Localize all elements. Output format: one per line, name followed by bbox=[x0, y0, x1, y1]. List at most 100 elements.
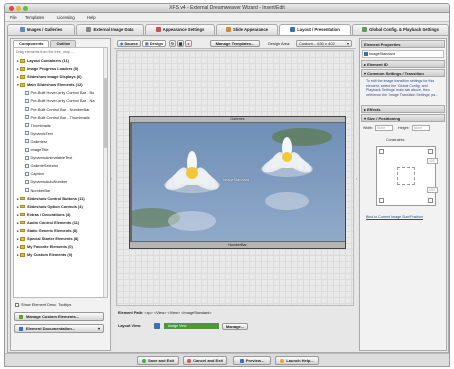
source-button[interactable]: ◆ Source bbox=[117, 40, 141, 47]
tree-hint: Drag elements from the tree, drop ... bbox=[16, 50, 74, 54]
constraint-right-input-2[interactable]: 100 bbox=[427, 187, 438, 193]
tree-category[interactable]: ▸ Image Progress Loaders (5) bbox=[16, 65, 107, 73]
menu-bar: File Templates Licensing Help bbox=[5, 13, 449, 22]
element-icon bbox=[25, 131, 29, 136]
menu-file[interactable]: File bbox=[10, 15, 17, 20]
tree-label: DynamicAnimatableText bbox=[30, 155, 73, 161]
cancel-and-exit-button[interactable]: Cancel and Exit bbox=[183, 356, 227, 365]
element-icon bbox=[25, 163, 29, 168]
tree-category[interactable]: ▸ My Favorite Elements (0) bbox=[16, 243, 107, 251]
save-and-exit-button[interactable]: Save and Exit bbox=[137, 356, 179, 365]
width-input[interactable]: None bbox=[375, 125, 393, 131]
design-button[interactable]: ▣ Design bbox=[142, 40, 166, 47]
tree-label: Main Slideshow Elements (12) bbox=[27, 82, 83, 88]
section-effects[interactable]: ▸ Effects bbox=[361, 105, 445, 113]
preview-button[interactable]: Preview... bbox=[233, 356, 271, 365]
tree-category[interactable]: ▸ Slideshow Image Displays (6) bbox=[16, 73, 107, 81]
image-standard-element[interactable] bbox=[132, 123, 345, 241]
element-icon bbox=[25, 115, 29, 120]
tree-label: Slideshow Option Controls (4) bbox=[27, 203, 83, 209]
image-icon bbox=[364, 52, 368, 56]
tab-external-image-data[interactable]: External Image Data bbox=[76, 24, 144, 35]
design-canvas[interactable]: Galleries ImageStandard NumberBar bbox=[116, 50, 354, 306]
scrollbar-thumb[interactable] bbox=[104, 78, 107, 148]
element-icon bbox=[25, 155, 29, 160]
view-icon[interactable] bbox=[154, 323, 160, 329]
tree-label: My Custom Elements (0) bbox=[27, 252, 73, 258]
tab-components[interactable]: Components bbox=[13, 40, 50, 47]
manage-views-button[interactable]: Manage... bbox=[222, 323, 248, 330]
tree-item[interactable]: ImageTitle bbox=[16, 146, 107, 154]
launch-help-button[interactable]: Launch Help... bbox=[275, 356, 319, 365]
element-path[interactable]: <xp> <View> <View> <ImageStandard> bbox=[144, 311, 211, 315]
folder-icon bbox=[20, 212, 25, 217]
tree-item[interactable]: GallerieSelector bbox=[16, 162, 107, 170]
tree-item[interactable]: DynamicAutoNumber bbox=[16, 178, 107, 186]
element-documentation-button[interactable]: Element Documentation... ▾ bbox=[14, 324, 104, 333]
tree-category[interactable]: ▸ Layout Containers (11) bbox=[16, 57, 107, 65]
tree-category[interactable]: ▸ Extras / Decorations (4) bbox=[16, 211, 107, 219]
tab-images-galleries[interactable]: Images / Galleries bbox=[7, 24, 75, 35]
tree-scrollbar[interactable] bbox=[103, 48, 107, 297]
folder-icon bbox=[20, 228, 25, 233]
tree-item[interactable]: DynamicAnimatableText bbox=[16, 154, 107, 162]
tree-item[interactable]: Pre-Built Hover-only Control Bar - Bo bbox=[16, 89, 107, 97]
tab-outline[interactable]: Outline bbox=[50, 40, 77, 47]
numberbar-element[interactable]: NumberBar bbox=[130, 242, 345, 248]
tree-label: Pre-Built Control Bar - NumberBar bbox=[30, 106, 90, 112]
layout-view-select[interactable]: Assign View bbox=[164, 323, 219, 329]
tree-item[interactable]: Galleriesr bbox=[16, 138, 107, 146]
tab-appearance-settings[interactable]: Appearance Settings bbox=[145, 24, 215, 35]
tree-item[interactable]: Thumbnails bbox=[16, 122, 107, 130]
element-name-field[interactable]: ImageStandard bbox=[362, 50, 444, 58]
section-common-settings[interactable]: ▾ Common Settings / Transition bbox=[361, 69, 445, 77]
tree-category[interactable]: ▸ Slideshow Control Buttons (11) bbox=[16, 195, 107, 203]
show-desc-checkbox[interactable]: Show Element Desc. Tooltips bbox=[15, 302, 71, 307]
section-element-id[interactable]: ▸ Element ID bbox=[361, 60, 445, 68]
tree-category[interactable]: ▸ Slideshow Option Controls (4) bbox=[16, 203, 107, 211]
tab-global-config[interactable]: Global Config. & Playback Settings bbox=[352, 24, 449, 35]
menu-help[interactable]: Help bbox=[87, 15, 96, 20]
tab-slide-appearance[interactable]: Slide Appearance bbox=[216, 24, 278, 35]
tree-label: DynamicAutoNumber bbox=[30, 179, 68, 185]
manage-templates-button[interactable]: Manage Templates... bbox=[210, 40, 260, 47]
height-input[interactable]: None bbox=[412, 125, 430, 131]
tree-item[interactable]: Pre-Built Control Bar - Thumbnails bbox=[16, 114, 107, 122]
menu-licensing[interactable]: Licensing bbox=[57, 15, 75, 20]
element-icon bbox=[25, 188, 29, 192]
tree-item[interactable]: Pre-Built Control Bar - NumberBar bbox=[16, 106, 107, 114]
manage-custom-elements-button[interactable]: Manage Custom Elements... bbox=[14, 312, 104, 321]
code-icon: ◆ bbox=[120, 41, 124, 46]
tree-category[interactable]: ▾ Main Slideshow Elements (12) bbox=[16, 81, 107, 89]
menu-templates[interactable]: Templates bbox=[25, 15, 44, 20]
refresh-button[interactable]: ↻ bbox=[169, 40, 176, 47]
folder-icon bbox=[20, 220, 25, 225]
checkbox-icon[interactable] bbox=[15, 303, 19, 307]
delete-button[interactable]: ● bbox=[185, 40, 192, 47]
element-icon bbox=[25, 123, 29, 128]
tree-label: DynamicText bbox=[30, 130, 53, 136]
section-size-positioning[interactable]: ▾ Size / Positioning bbox=[361, 114, 445, 122]
tree-category[interactable]: ▸ Static Generic Elements (8) bbox=[16, 227, 107, 235]
constraint-bottom-right[interactable] bbox=[428, 198, 433, 203]
tree-label: My Favorite Elements (0) bbox=[27, 244, 73, 250]
tree-category[interactable]: ▸ Audio Control Elements (11) bbox=[16, 219, 107, 227]
tree-category[interactable]: ▸ Special Starter Elements (8) bbox=[16, 235, 107, 243]
element-icon bbox=[25, 107, 29, 112]
tree-item[interactable]: Pre-Built Hover-only Control Bar - Na bbox=[16, 97, 107, 105]
slideshow-stage[interactable]: Galleries ImageStandard NumberBar bbox=[129, 116, 346, 249]
data-icon bbox=[86, 27, 92, 32]
folder-icon bbox=[20, 83, 25, 87]
tree-item[interactable]: NumberBar bbox=[16, 187, 107, 195]
bind-to-image-link[interactable]: Bind to Current Image Size/Position bbox=[366, 215, 423, 219]
tree-category[interactable]: ▸ My Custom Elements (0) bbox=[16, 251, 107, 259]
constraint-right-input[interactable]: 100 bbox=[427, 158, 438, 164]
tree-item[interactable]: DynamicText bbox=[16, 130, 107, 138]
constraint-bottom-left[interactable] bbox=[379, 198, 384, 203]
folder-icon bbox=[20, 245, 25, 249]
grid-button[interactable]: ▦ bbox=[177, 40, 184, 47]
constraint-top-right[interactable] bbox=[428, 149, 433, 154]
design-area-select[interactable]: Custom... 630 x 402 ▾ bbox=[296, 40, 352, 47]
tree-item[interactable]: Caption bbox=[16, 170, 107, 178]
constraint-top-left[interactable] bbox=[379, 149, 384, 154]
